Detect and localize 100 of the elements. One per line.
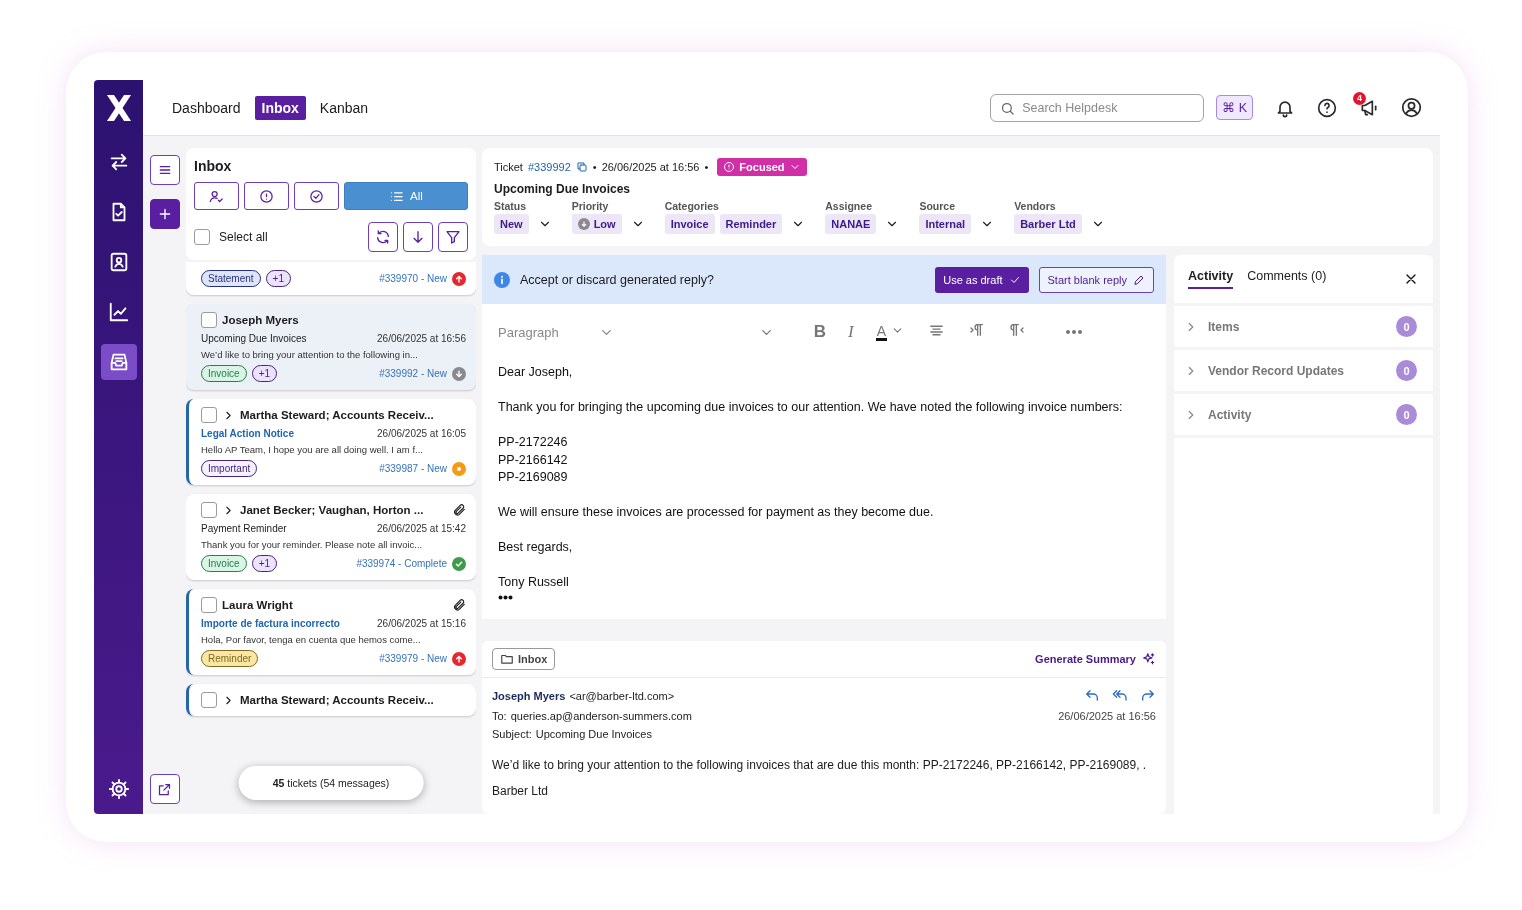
check-circle-icon	[452, 556, 466, 571]
nav-tab[interactable]: Inbox	[254, 95, 306, 120]
body-text: Tony Russell	[498, 574, 570, 591]
banner-text: Accept or discard generated reply?	[520, 272, 715, 287]
checkbox[interactable]	[201, 407, 217, 423]
field-value[interactable]: Internal	[919, 214, 972, 234]
ticket-link[interactable]: #339970 - New	[379, 273, 447, 284]
dot-icon	[452, 461, 466, 476]
shortcut-key[interactable]: ⌘ K	[1216, 95, 1253, 120]
filter-button[interactable]	[438, 222, 468, 252]
ticket-link[interactable]: #339987 - New	[379, 463, 447, 474]
ticket-link[interactable]: #339992 - New	[379, 368, 447, 379]
checkbox[interactable]	[201, 597, 217, 613]
search-field[interactable]: Search Helpdesk	[990, 93, 1205, 122]
field-label: Vendors	[1014, 200, 1057, 212]
message-preview: Hola, Por favor, tenga en cuenta que hemos come...	[201, 634, 422, 645]
sort-button[interactable]	[403, 222, 433, 252]
ticket-link[interactable]: #339979 - New	[379, 653, 447, 664]
tag: +1	[251, 365, 278, 382]
text-direction-ltr-icon[interactable]	[969, 322, 985, 338]
nav-tab[interactable]: Dashboard	[165, 95, 248, 120]
arrow-down-icon	[452, 366, 466, 381]
paperclip-icon	[452, 598, 466, 612]
select-all-label[interactable]: Select all	[219, 230, 363, 244]
body-text: PP-2169089	[498, 469, 569, 486]
body-text: We will ensure these invoices are processed for payment as they become due.	[498, 504, 935, 521]
body-text: Best regards,	[498, 539, 574, 556]
settings-icon[interactable]	[107, 778, 130, 800]
copy-icon[interactable]	[575, 161, 588, 173]
ticket-subject: Legal Action Notice	[201, 428, 295, 439]
nav-rail-item[interactable]	[100, 344, 137, 380]
alert-circle-icon	[723, 161, 736, 173]
field-value[interactable]: Reminder	[719, 214, 783, 234]
ticket-number-link[interactable]: #339992	[527, 161, 571, 173]
ticket-card[interactable]: Janet Becker; Vaughan, Horton ... Payment Reminder 26/06/2025 at 15:42 Thank you for your reminder. Please note all invoic... Invoice +1 #339974 - Complete	[186, 494, 476, 580]
start-blank-reply-button[interactable]: Start blank reply	[1038, 266, 1154, 293]
field-label: Assignee	[825, 200, 873, 212]
panel-tab[interactable]: Activity	[1188, 269, 1234, 289]
panel-section[interactable]: Items 0	[1174, 306, 1433, 350]
bold-button[interactable]: B	[813, 322, 826, 342]
folder-button[interactable]: Inbox	[492, 648, 556, 670]
nav-tab[interactable]: Kanban	[312, 95, 376, 120]
more-icon[interactable]	[498, 595, 513, 600]
field-value[interactable]: New	[494, 214, 529, 234]
field-label: Priority	[571, 200, 610, 212]
recipient-email: queries.ap@anderson-summers.com	[510, 710, 692, 722]
message-preview: We’d like to bring your attention to the following in...	[201, 349, 419, 360]
refresh-button[interactable]	[368, 222, 398, 252]
use-as-draft-button[interactable]: Use as draft	[935, 266, 1029, 293]
italic-button[interactable]: I	[848, 322, 854, 342]
ticket-count: 45 tickets (54 messages)	[238, 766, 424, 800]
filter-button[interactable]	[194, 182, 239, 210]
user-icon[interactable]	[1401, 97, 1422, 118]
checkbox[interactable]	[201, 692, 217, 708]
text-direction-rtl-icon[interactable]	[1009, 322, 1025, 338]
focus-dropdown[interactable]: Focused	[717, 158, 807, 176]
tag: Invoice	[201, 555, 247, 572]
checkbox[interactable]	[201, 502, 217, 518]
field-value[interactable]: Invoice	[664, 214, 715, 234]
panel-tab[interactable]: Comments (0)	[1247, 269, 1327, 289]
subject-label: Subject:	[492, 728, 532, 740]
field-value[interactable]: Barber Ltd	[1014, 214, 1082, 234]
ticket-subject: Importe de factura incorrecto	[201, 618, 341, 629]
ticket-card[interactable]: Joseph Myers Upcoming Due Invoices 26/06/2025 at 16:56 We’d like to bring your attention to the following in... Invoice +1 #339992 - New	[186, 304, 476, 390]
check-circle-icon	[309, 188, 324, 204]
text-color-button[interactable]: A	[875, 323, 887, 341]
select-all-checkbox[interactable]	[194, 229, 210, 245]
external-link-icon	[157, 781, 172, 797]
user-check-icon	[209, 188, 224, 204]
forward-icon[interactable]	[1140, 688, 1156, 704]
open-external-button[interactable]	[149, 774, 180, 804]
ticket-card[interactable]: Martha Steward; Accounts Receiv... Legal Action Notice 26/06/2025 at 16:05 Hello AP Team, I hope you are all doing well. I am f... Important #339987 - New	[186, 399, 476, 485]
panel-section[interactable]: Vendor Record Updates 0	[1174, 350, 1433, 394]
ticket-link[interactable]: #339974 - Complete	[356, 558, 447, 569]
sender-name: Martha Steward; Accounts Receiv...	[240, 409, 435, 421]
ticket-card[interactable]: Martha Steward; Accounts Receiv...	[186, 684, 476, 716]
field-label: Categories	[664, 200, 720, 212]
filter-button[interactable]	[244, 182, 289, 210]
info-icon	[494, 271, 510, 288]
filter-button[interactable]	[294, 182, 339, 210]
field-value[interactable]: NANAE	[825, 214, 877, 234]
count-badge: 0	[1396, 404, 1417, 425]
add-button[interactable]	[149, 199, 180, 229]
paragraph-style-dropdown[interactable]: Paragraph	[498, 324, 614, 340]
ticket-card[interactable]: Laura Wright Importe de factura incorrecto 26/06/2025 at 15:16 Hola, Por favor, tenga en cuenta que hemos come... Reminder #339979 - New	[186, 589, 476, 675]
reply-icon[interactable]	[1084, 688, 1100, 704]
pencil-icon	[1133, 273, 1145, 286]
panel-section[interactable]: Activity 0	[1174, 394, 1433, 438]
ticket-card[interactable]: Statement +1 #339970 - New	[186, 262, 476, 295]
help-icon[interactable]	[1317, 97, 1337, 118]
sender-email: <ar@barber-ltd.com>	[569, 690, 675, 702]
checkbox[interactable]	[201, 312, 217, 328]
field-value[interactable]: Low	[571, 214, 622, 234]
paperclip-icon	[452, 503, 466, 517]
to-label: To:	[492, 710, 507, 722]
sender-name: Joseph Myers	[222, 314, 300, 326]
menu-button[interactable]	[149, 155, 180, 185]
message-preview: Thank you for your reminder. Please note all invoic...	[201, 539, 424, 550]
generate-summary-link[interactable]: Generate Summary	[1035, 652, 1156, 666]
tag: Invoice	[201, 365, 247, 382]
